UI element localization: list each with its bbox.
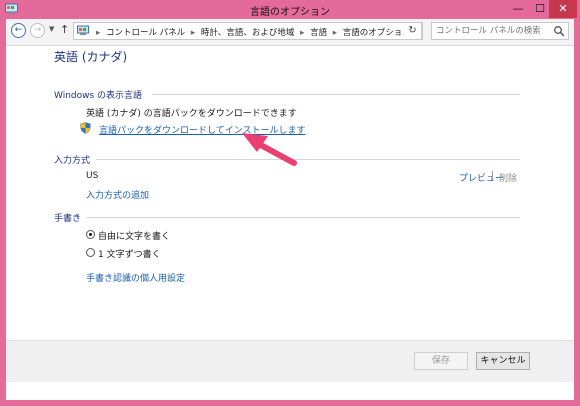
navigation-bar: ← → ▼ ↑ ▸ コントロール パネル ▸ 時計、言語、および地域 ▸ 言語 [6,19,574,46]
handwriting-section-label: 手書き [54,214,82,224]
option-freehand-label[interactable]: 自由に文字を書く [98,229,170,242]
dialog-footer: 保存 キャンセル [6,340,574,382]
search-box[interactable] [431,22,569,40]
language-title: 英語 (カナダ) [54,50,128,64]
add-input-method-link[interactable]: 入力方式の追加 [86,188,149,201]
radio-single-character[interactable] [86,248,95,257]
search-input[interactable] [436,25,548,37]
breadcrumb-separator[interactable]: ▸ [300,28,304,38]
preview-link[interactable]: プレビュー [459,171,504,184]
breadcrumb: ▸ コントロール パネル ▸ 時計、言語、および地域 ▸ 言語 ▸ 言語のオプシ… [93,26,411,38]
save-button[interactable]: 保存 [414,352,468,370]
breadcrumb-item-clock-language-region[interactable]: 時計、言語、および地域 [201,28,295,38]
display-language-section-label: Windows の表示言語 [54,91,143,101]
breadcrumb-item-control-panel[interactable]: コントロール パネル [106,28,185,38]
uac-shield-icon [80,122,91,134]
breadcrumb-separator[interactable]: ▸ [191,28,195,38]
breadcrumb-item-language[interactable]: 言語 [310,28,327,38]
search-icon[interactable] [553,25,565,37]
close-button[interactable]: ✕ [549,0,577,18]
maximize-button[interactable]: ☐ [530,0,550,18]
control-panel-icon [77,25,89,35]
breadcrumb-separator: ▸ [96,28,101,38]
back-button[interactable]: ← [11,23,26,38]
breadcrumb-item-language-options[interactable]: 言語のオプション [343,28,411,38]
minimize-button[interactable]: — [507,0,529,18]
breadcrumb-separator[interactable]: ▸ [333,28,337,38]
input-method-section-label: 入力方式 [54,156,91,166]
address-bar[interactable]: ▸ コントロール パネル ▸ 時計、言語、および地域 ▸ 言語 ▸ 言語のオプシ… [73,22,423,40]
recent-pages-dropdown-icon[interactable]: ▼ [49,25,54,33]
radio-freehand[interactable] [86,230,95,239]
cancel-button[interactable]: キャンセル [476,352,530,370]
language-pack-info: 英語 (カナダ) の言語パックをダウンロードできます [86,109,297,119]
section-divider [96,159,520,160]
window: 言語のオプション — ☐ ✕ ← → ▼ ↑ ▸ コントロール パネル ▸ 時計… [0,0,580,406]
option-single-character-label[interactable]: 1 文字ずつ書く [98,247,161,260]
forward-button[interactable]: → [30,23,45,38]
refresh-button[interactable]: ↻ [404,22,422,40]
link-separator [492,171,493,180]
title-bar: 言語のオプション — ☐ ✕ [0,0,580,19]
download-language-pack-link[interactable]: 言語パックをダウンロードしてインストールします [99,123,306,136]
section-divider [86,217,520,218]
section-divider [152,94,520,95]
window-title: 言語のオプション [250,7,330,18]
input-method-us: US [86,171,99,181]
personalize-handwriting-link[interactable]: 手書き認識の個人用設定 [86,271,185,284]
remove-link[interactable]: 削除 [499,171,517,184]
up-button[interactable]: ↑ [60,23,69,36]
